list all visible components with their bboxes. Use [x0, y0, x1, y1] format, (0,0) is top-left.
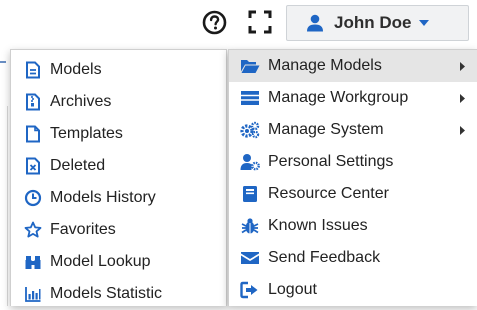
user-icon — [307, 14, 323, 32]
menu-item-manage-system[interactable]: Manage System — [229, 114, 477, 146]
menu-item-personal-settings[interactable]: Personal Settings — [229, 146, 477, 178]
menu-item-manage-workgroup[interactable]: Manage Workgroup — [229, 82, 477, 114]
menu-item-models[interactable]: Models — [11, 54, 226, 86]
menu-item-resource-center[interactable]: Resource Center — [229, 178, 477, 210]
user-cog-icon — [240, 154, 260, 171]
envelope-icon — [241, 252, 259, 264]
page-edge-border — [0, 106, 8, 306]
menu-item-templates[interactable]: Templates — [11, 118, 226, 150]
user-dropdown-menu: Manage Models Manage Workgroup Manage Sy… — [228, 49, 477, 306]
menu-item-archives[interactable]: Archives — [11, 86, 226, 118]
menu-item-label: Manage Models — [268, 57, 382, 74]
bug-icon — [241, 218, 259, 234]
deleted-file-icon — [26, 157, 40, 175]
menu-item-model-lookup[interactable]: Model Lookup — [11, 246, 226, 278]
menu-item-label: Deleted — [50, 157, 106, 174]
menu-item-label: Models — [50, 61, 102, 78]
folder-open-icon — [241, 60, 260, 73]
menu-item-label: Manage Workgroup — [268, 89, 409, 106]
chevron-right-icon — [460, 62, 465, 71]
menu-item-known-issues[interactable]: Known Issues — [229, 210, 477, 242]
menu-item-models-statistic[interactable]: Models Statistic — [11, 278, 226, 310]
menu-item-logout[interactable]: Logout — [229, 274, 477, 306]
menu-item-label: Archives — [50, 93, 112, 110]
menu-item-favorites[interactable]: Favorites — [11, 214, 226, 246]
user-name: John Doe — [334, 13, 412, 32]
menu-item-label: Models History — [50, 189, 156, 206]
sign-out-icon — [240, 281, 258, 299]
chevron-right-icon — [460, 94, 465, 103]
page-edge-mark — [0, 61, 6, 63]
caret-down-icon — [419, 20, 430, 26]
menu-item-manage-models[interactable]: Manage Models — [229, 50, 477, 82]
menu-item-label: Manage System — [268, 121, 384, 138]
fullscreen-icon[interactable] — [248, 10, 272, 34]
menu-item-label: Templates — [50, 125, 123, 142]
binoculars-icon — [25, 256, 41, 269]
book-icon — [243, 186, 257, 202]
template-file-icon — [26, 125, 40, 143]
menu-item-label: Known Issues — [268, 217, 368, 234]
models-menu: Models Archives Templates Deleted Models… — [10, 49, 227, 306]
file-icon — [26, 61, 40, 79]
question-circle-icon[interactable] — [202, 10, 227, 35]
list-icon — [241, 91, 259, 105]
archive-file-icon — [26, 93, 40, 111]
menu-item-models-history[interactable]: Models History — [11, 182, 226, 214]
user-menu-button[interactable]: John Doe — [286, 5, 469, 41]
star-icon — [24, 221, 42, 238]
menu-item-label: Models Statistic — [50, 285, 163, 302]
chevron-right-icon — [460, 126, 465, 135]
menu-item-label: Model Lookup — [50, 253, 151, 270]
menu-item-label: Logout — [268, 281, 317, 298]
cogs-icon — [240, 121, 260, 139]
top-bar: John Doe — [0, 0, 477, 46]
bar-chart-icon — [25, 287, 41, 302]
menu-item-label: Resource Center — [268, 185, 389, 202]
menu-item-label: Favorites — [50, 221, 116, 238]
menu-item-label: Send Feedback — [268, 249, 381, 266]
menu-item-send-feedback[interactable]: Send Feedback — [229, 242, 477, 274]
menu-item-deleted[interactable]: Deleted — [11, 150, 226, 182]
menu-item-label: Personal Settings — [268, 153, 394, 170]
clock-icon — [24, 189, 42, 207]
